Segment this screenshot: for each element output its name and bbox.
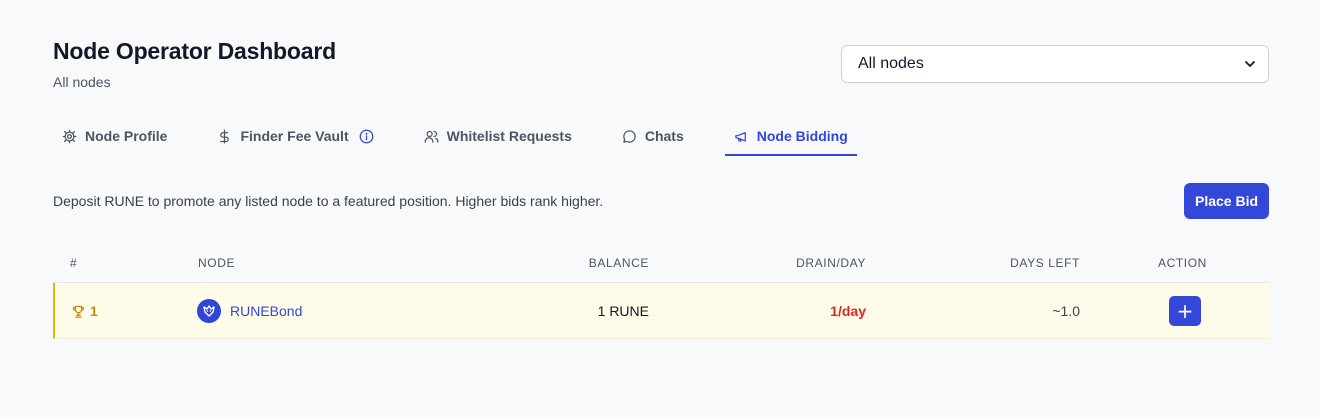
column-header-node: NODE [198,256,236,270]
tab-node-profile[interactable]: Node Profile [53,118,176,156]
info-icon[interactable] [359,129,374,144]
tab-node-bidding[interactable]: Node Bidding [724,118,857,156]
table-header: # NODE BALANCE DRAIN/DAY DAYS LEFT ACTIO… [53,243,1269,283]
node-select-dropdown[interactable]: All nodes [841,45,1269,83]
add-bid-button[interactable]: + [1169,296,1201,326]
rank-value: 1 [90,303,98,319]
balance-cell: 1 RUNE [597,303,649,319]
tab-chats[interactable]: Chats [613,118,693,156]
place-bid-button[interactable]: Place Bid [1184,183,1269,219]
tab-label: Finder Fee Vault [240,128,349,144]
tab-bar: Node Profile Finder Fee Vault Whitelist … [53,118,889,156]
trophy-icon [72,305,85,318]
chevron-down-icon [1245,61,1255,67]
page-title: Node Operator Dashboard [53,38,336,64]
table-row: 1 RUNEBond 1 RUNE 1/day ~1.0 + [53,283,1269,339]
runebond-logo-icon [203,305,215,317]
drain-cell: 1/day [830,303,866,319]
page-subtitle: All nodes [53,74,111,90]
column-header-days-left: DAYS LEFT [1010,256,1080,270]
megaphone-icon [735,131,746,141]
bids-table: # NODE BALANCE DRAIN/DAY DAYS LEFT ACTIO… [53,243,1269,339]
column-header-balance: BALANCE [588,256,649,270]
gear-icon [62,129,77,143]
column-header-action: ACTION [1158,256,1207,270]
users-icon [424,130,438,143]
tab-whitelist-requests[interactable]: Whitelist Requests [415,118,581,156]
column-header-drain: DRAIN/DAY [796,256,866,270]
tab-label: Chats [644,128,684,144]
bidding-description: Deposit RUNE to promote any listed node … [53,193,604,209]
column-header-rank: # [70,256,78,270]
tab-label: Node Profile [85,128,168,144]
dollar-icon [220,129,230,143]
tab-label: Whitelist Requests [446,128,572,144]
tab-label: Node Bidding [756,128,848,144]
rank-cell: 1 [71,283,98,339]
chat-bubble-icon [623,129,636,143]
node-cell: RUNEBond [197,283,302,339]
days-left-cell: ~1.0 [1052,303,1080,319]
node-select-value: All nodes [858,55,924,72]
action-cell: + [1169,283,1201,339]
tab-finder-fee-vault[interactable]: Finder Fee Vault [208,118,382,156]
node-avatar [197,299,221,323]
node-link[interactable]: RUNEBond [230,303,302,319]
